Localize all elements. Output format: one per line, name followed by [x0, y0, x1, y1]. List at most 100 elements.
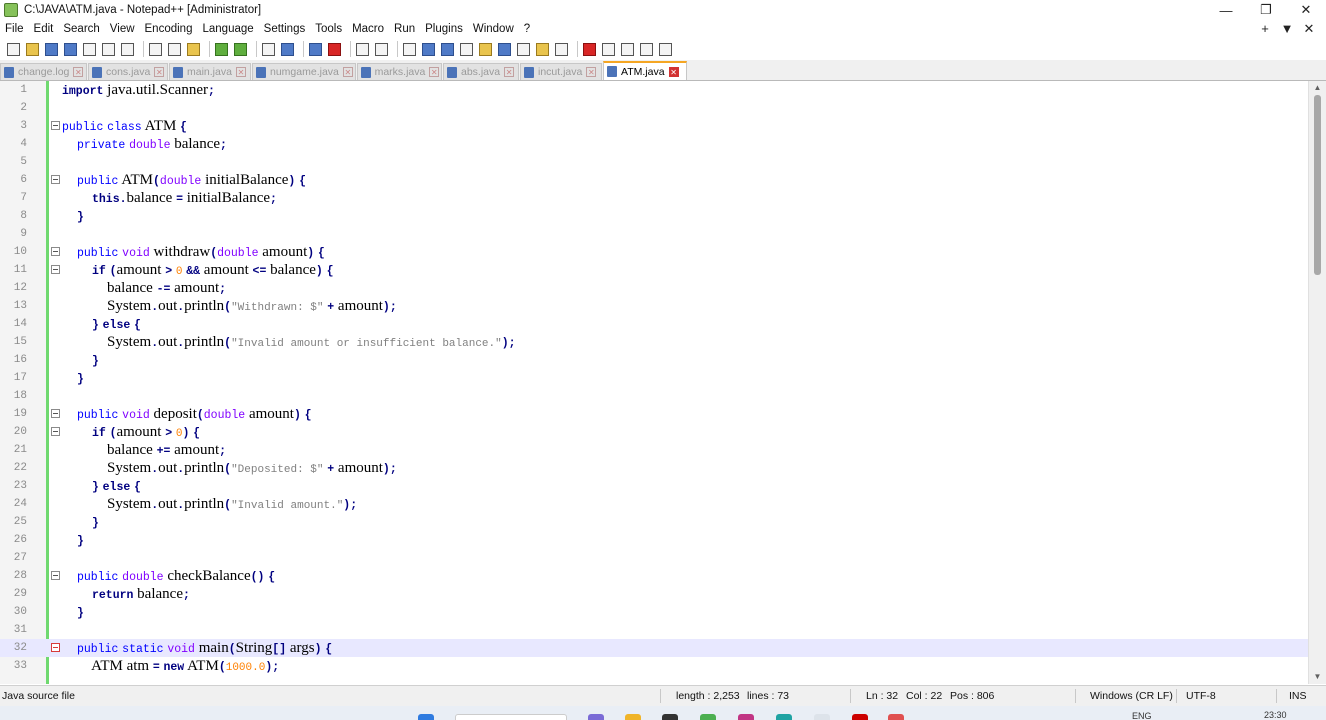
taskbar-app-icon[interactable]: [888, 714, 904, 720]
menu-window[interactable]: Window: [468, 20, 519, 38]
status-insert-mode[interactable]: INS: [1289, 686, 1307, 706]
code-line[interactable]: 7 this.balance = initialBalance;: [0, 189, 1308, 207]
code-line[interactable]: 30 }: [0, 603, 1308, 621]
indent-guide-icon[interactable]: [440, 42, 455, 57]
sync-vertical-icon[interactable]: [355, 42, 370, 57]
menu-language[interactable]: Language: [197, 20, 258, 38]
function-list-icon[interactable]: [516, 42, 531, 57]
file-explorer-icon[interactable]: [625, 714, 641, 720]
replace-icon[interactable]: [280, 42, 295, 57]
tab-main-java[interactable]: main.java ✕: [169, 63, 251, 80]
taskbar-app-icon[interactable]: [662, 714, 678, 720]
status-encoding[interactable]: UTF-8: [1186, 686, 1216, 706]
code-line[interactable]: 32 public static void main(String[] args…: [0, 639, 1308, 657]
scroll-up-arrow-icon[interactable]: ▲: [1309, 81, 1326, 95]
menu-search[interactable]: Search: [58, 20, 104, 38]
fold-toggle-icon[interactable]: [51, 409, 60, 418]
menu-encoding[interactable]: Encoding: [140, 20, 198, 38]
find-icon[interactable]: [261, 42, 276, 57]
menu-file[interactable]: File: [0, 20, 29, 38]
menu-help[interactable]: ?: [519, 20, 535, 38]
code-line[interactable]: 4 private double balance;: [0, 135, 1308, 153]
zoom-out-icon[interactable]: [327, 42, 342, 57]
close-file-icon[interactable]: [82, 42, 97, 57]
tab-change-log[interactable]: change.log ✕: [0, 63, 87, 80]
tab-close-icon[interactable]: ✕: [342, 67, 353, 77]
fold-toggle-icon[interactable]: [51, 175, 60, 184]
run-macro-multiple-icon[interactable]: [639, 42, 654, 57]
tab-close-icon[interactable]: ✕: [235, 67, 246, 77]
fold-toggle-icon[interactable]: [51, 247, 60, 256]
close-all-icon[interactable]: [101, 42, 116, 57]
menu-view[interactable]: View: [105, 20, 140, 38]
tab-list-button[interactable]: ▼: [1276, 20, 1298, 38]
code-line[interactable]: 22 System.out.println("Deposited: $" + a…: [0, 459, 1308, 477]
stop-macro-icon[interactable]: [601, 42, 616, 57]
new-file-icon[interactable]: [6, 42, 21, 57]
code-line[interactable]: 31: [0, 621, 1308, 639]
code-line[interactable]: 24 System.out.println("Invalid amount.")…: [0, 495, 1308, 513]
tab-close-icon[interactable]: ✕: [504, 67, 515, 77]
word-wrap-icon[interactable]: [402, 42, 417, 57]
open-file-icon[interactable]: [25, 42, 40, 57]
taskbar-language[interactable]: ENG: [1132, 711, 1152, 720]
tab-incut-java[interactable]: incut.java ✕: [520, 63, 602, 80]
tab-close-icon[interactable]: ✕: [429, 67, 439, 77]
document-map-icon[interactable]: [478, 42, 493, 57]
monitoring-icon[interactable]: [554, 42, 569, 57]
play-macro-icon[interactable]: [620, 42, 635, 57]
code-line[interactable]: 19 public void deposit(double amount) {: [0, 405, 1308, 423]
code-line[interactable]: 11 if (amount > 0 && amount <= balance) …: [0, 261, 1308, 279]
document-list-icon[interactable]: [497, 42, 512, 57]
maximize-button[interactable]: ❐: [1246, 0, 1286, 20]
save-all-icon[interactable]: [63, 42, 78, 57]
tab-atm-java[interactable]: ATM.java ✕: [603, 61, 687, 80]
taskbar-app-icon[interactable]: [588, 714, 604, 720]
cut-icon[interactable]: [148, 42, 163, 57]
paste-icon[interactable]: [186, 42, 201, 57]
code-line[interactable]: 25 }: [0, 513, 1308, 531]
code-line[interactable]: 21 balance += amount;: [0, 441, 1308, 459]
code-line[interactable]: 20 if (amount > 0) {: [0, 423, 1308, 441]
code-line[interactable]: 18: [0, 387, 1308, 405]
code-line[interactable]: 8 }: [0, 207, 1308, 225]
zoom-in-icon[interactable]: [308, 42, 323, 57]
scroll-thumb[interactable]: [1314, 95, 1321, 275]
minimize-button[interactable]: —: [1206, 0, 1246, 20]
code-line[interactable]: 33 ATM atm = new ATM(1000.0);: [0, 657, 1308, 675]
undo-icon[interactable]: [214, 42, 229, 57]
fold-toggle-icon[interactable]: [51, 643, 60, 652]
code-line[interactable]: 27: [0, 549, 1308, 567]
tab-close-icon[interactable]: ✕: [668, 66, 679, 77]
taskbar-clock[interactable]: 23:30: [1264, 710, 1287, 720]
code-line[interactable]: 5: [0, 153, 1308, 171]
tab-close-icon[interactable]: ✕: [73, 67, 84, 77]
menu-macro[interactable]: Macro: [347, 20, 389, 38]
status-eol-format[interactable]: Windows (CR LF): [1090, 686, 1173, 706]
user-language-icon[interactable]: [459, 42, 474, 57]
vertical-scrollbar[interactable]: ▲ ▼: [1308, 81, 1326, 684]
code-line[interactable]: 10 public void withdraw(double amount) {: [0, 243, 1308, 261]
code-line[interactable]: 26 }: [0, 531, 1308, 549]
show-all-characters-icon[interactable]: [421, 42, 436, 57]
code-line[interactable]: 1 import java.util.Scanner;: [0, 81, 1308, 99]
tab-close-icon[interactable]: ✕: [586, 67, 597, 77]
fold-toggle-icon[interactable]: [51, 571, 60, 580]
taskbar-app-icon[interactable]: [738, 714, 754, 720]
fold-toggle-icon[interactable]: [51, 265, 60, 274]
fold-toggle-icon[interactable]: [51, 427, 60, 436]
code-line[interactable]: 13 System.out.println("Withdrawn: $" + a…: [0, 297, 1308, 315]
code-line[interactable]: 6 public ATM(double initialBalance) {: [0, 171, 1308, 189]
taskbar-search-box[interactable]: [455, 714, 567, 720]
record-macro-icon[interactable]: [582, 42, 597, 57]
taskbar-app-icon[interactable]: [814, 714, 830, 720]
save-icon[interactable]: [44, 42, 59, 57]
start-icon[interactable]: [418, 714, 434, 720]
code-line[interactable]: 12 balance -= amount;: [0, 279, 1308, 297]
menu-plugins[interactable]: Plugins: [420, 20, 468, 38]
tab-marks-java[interactable]: marks.java ✕: [357, 63, 442, 80]
copy-icon[interactable]: [167, 42, 182, 57]
fold-toggle-icon[interactable]: [51, 121, 60, 130]
print-icon[interactable]: [120, 42, 135, 57]
taskbar-app-icon[interactable]: [776, 714, 792, 720]
